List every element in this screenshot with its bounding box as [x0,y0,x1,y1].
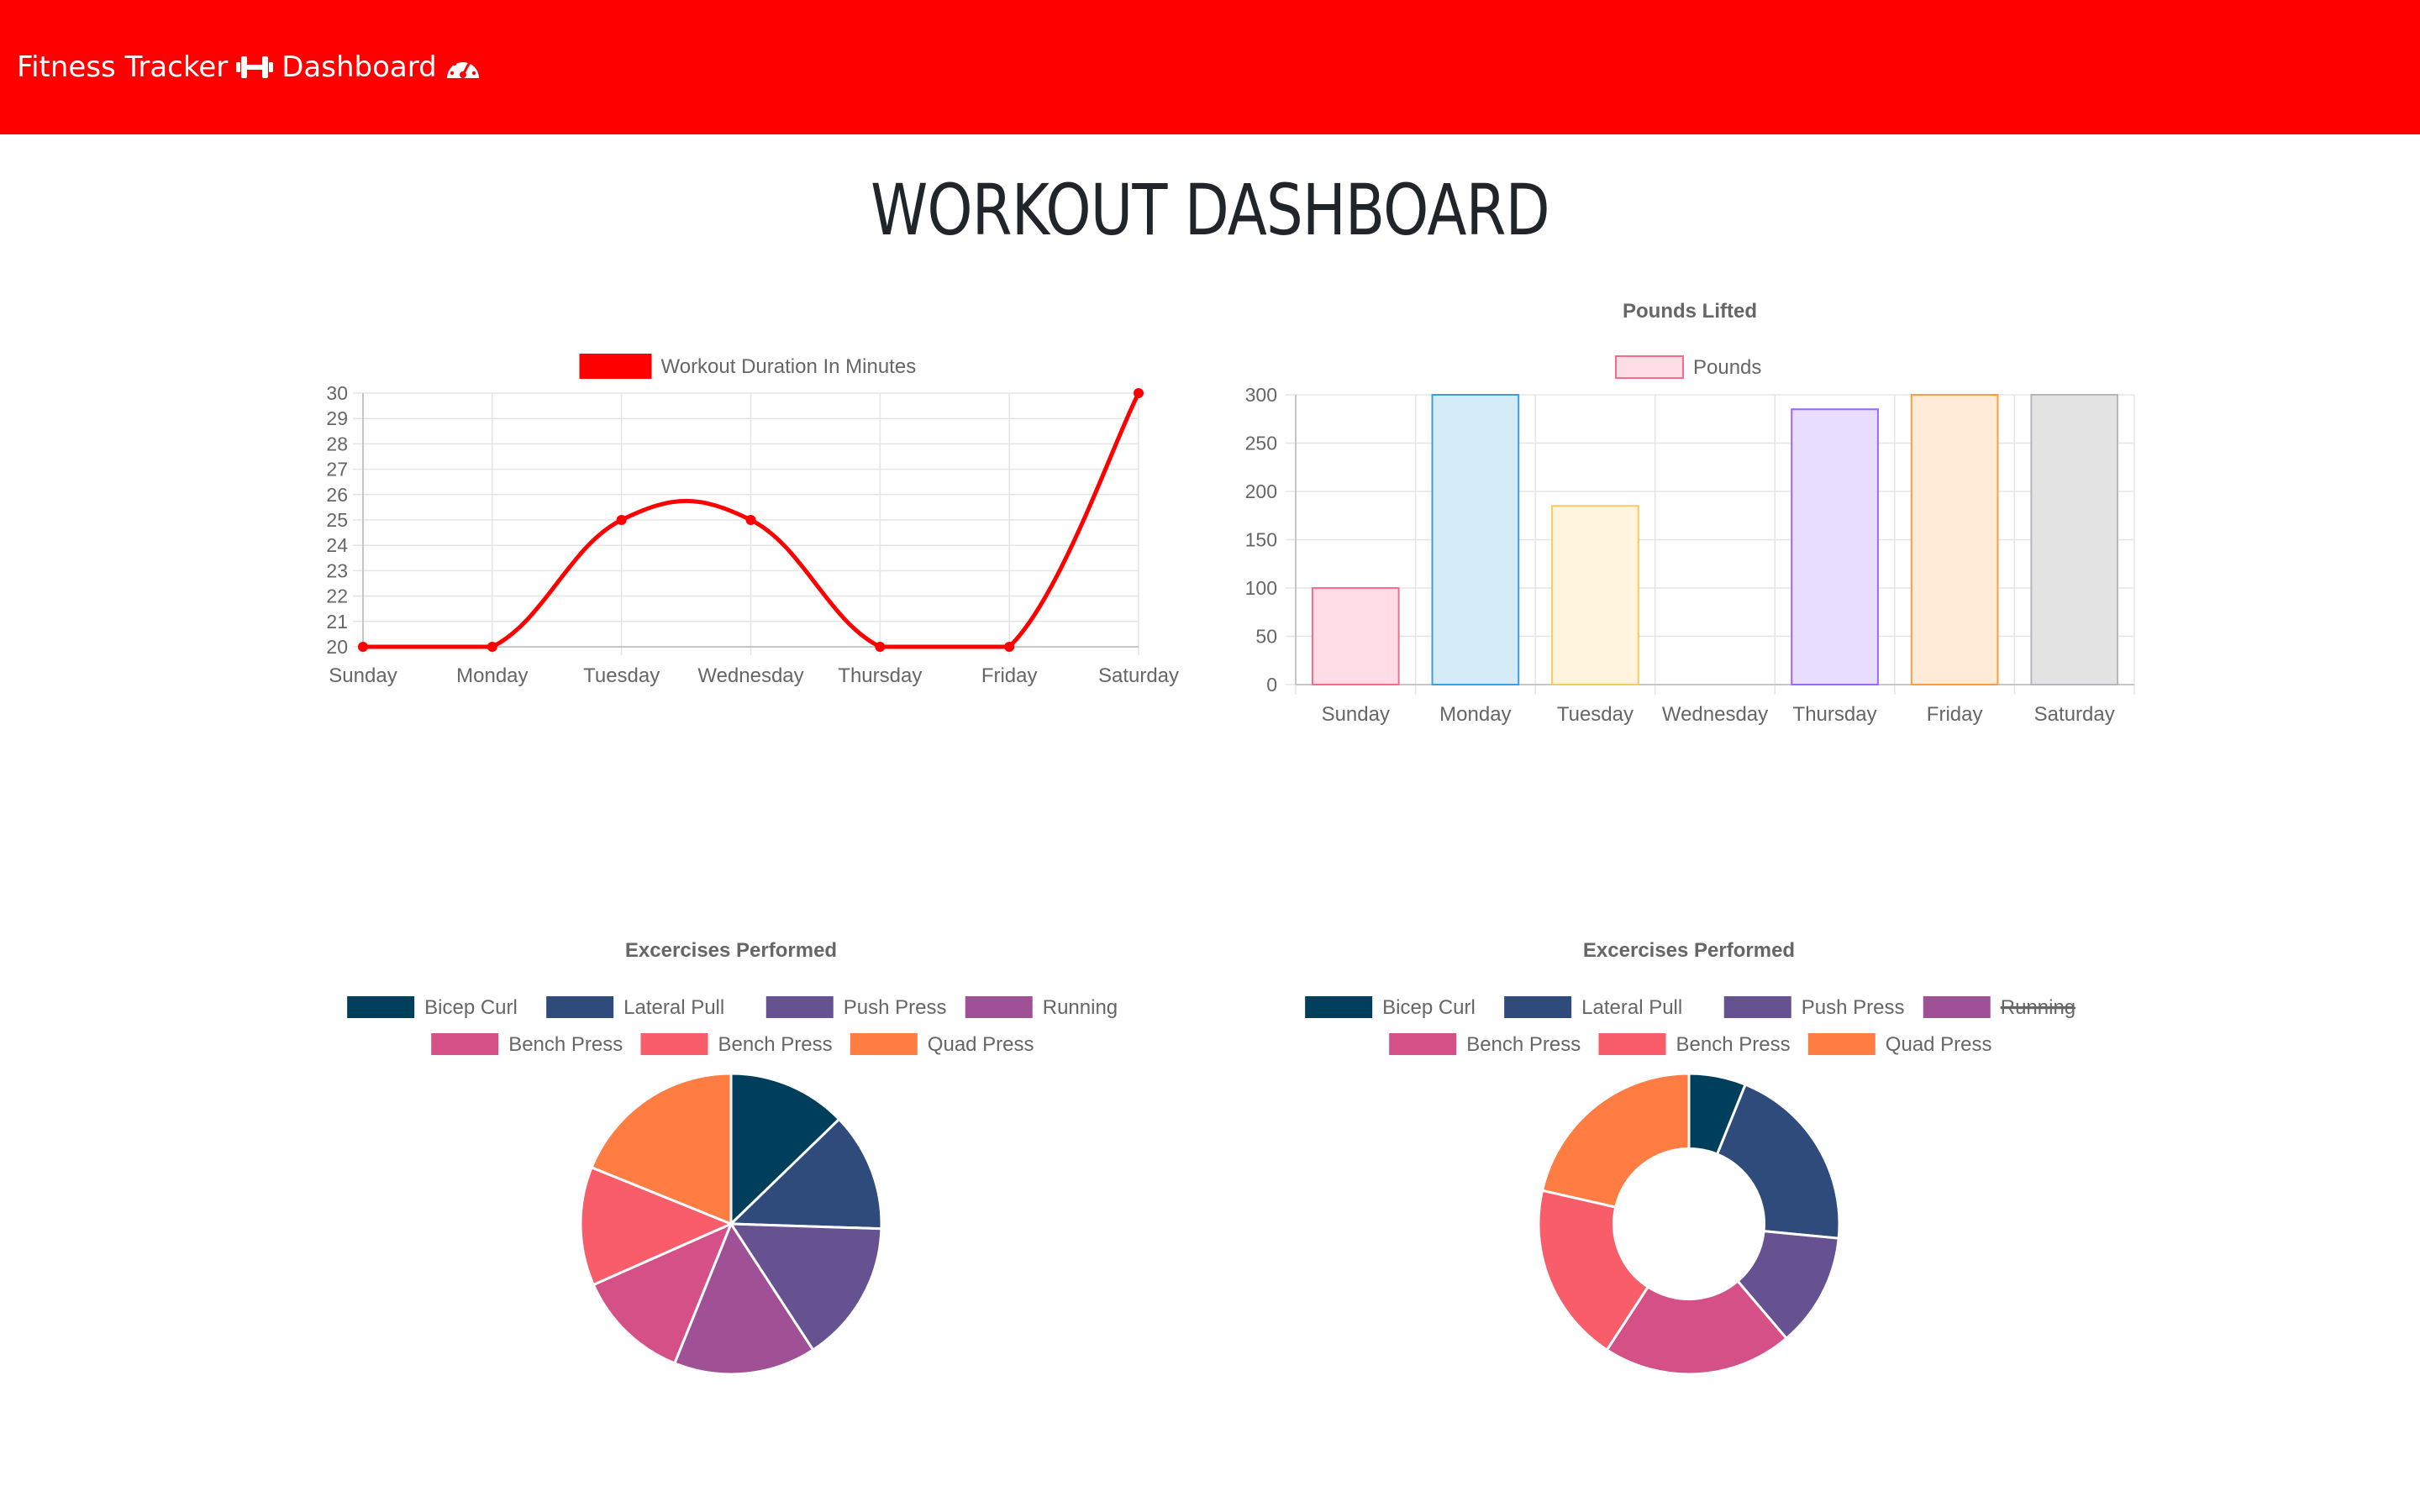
bar-friday [1910,394,1999,685]
legend-label-push-press-2: Push Press [844,996,947,1019]
dashboard-text: Dashboard [281,50,437,84]
data-point-sunday [358,642,368,652]
legend-swatch-lateral-pull-1 [1504,996,1572,1018]
chart-title: Excercises Performed [1583,939,1795,962]
legend-label-bench-press-4: Bench Press [508,1033,623,1056]
navbar-brand[interactable]: Fitness Tracker Dashboard [17,47,481,87]
legend-label-bench-press-4: Bench Press [1466,1033,1581,1056]
legend-label-bench-press-5: Bench Press [1676,1033,1791,1056]
legend-swatch-quad-press-6 [850,1033,918,1055]
x-tick-label-tuesday: Tuesday [583,664,660,687]
exercises-pie-chart: Excercises Performed Bicep Curl Lateral Pu… [347,939,1118,1376]
y-tick-label: 25 [326,509,348,531]
y-tick-label: 29 [326,407,348,429]
data-point-friday [1004,642,1015,652]
y-tick-label: 50 [1255,626,1277,648]
bar-tuesday [1551,505,1639,685]
legend-swatch-running-3 [965,996,1033,1018]
slice-lateral-pull-1 [1715,1083,1841,1240]
legend-label-lateral-pull-1: Lateral Pull [623,996,724,1019]
y-tick-label: 21 [326,611,348,633]
legend-label-pounds: Pounds [1693,356,1761,379]
data-point-saturday [1134,388,1144,398]
bar-saturday [2030,394,2119,685]
legend-swatch-push-press-2 [1723,996,1791,1018]
navbar: Fitness Tracker Dashboard [0,0,2420,134]
x-tick-label-wednesday: Wednesday [1662,703,1768,726]
y-tick-label: 100 [1245,577,1277,599]
legend-swatch-lateral-pull-1 [546,996,614,1018]
legend-swatch-bench-press-4 [1389,1033,1457,1055]
workout-duration-line-chart: Workout Duration In Minutes 20 21 22 23 24 25 2… [326,354,1179,687]
y-tick-label: 27 [326,459,348,480]
legend-label-bench-press-5: Bench Press [718,1033,833,1056]
slice-quad-press-6 [1540,1072,1691,1209]
bar-monday [1431,394,1520,685]
legend-label-running-3: Running [1043,996,1118,1019]
data-point-wednesday [745,515,756,525]
bar-thursday [1791,408,1879,685]
dumbbell-icon [236,53,274,81]
y-tick-label: 24 [326,534,348,556]
legend-swatch-bench-press-4 [431,1033,499,1055]
exercises-doughnut-chart: Excercises Performed Bicep Curl Lateral Pu… [1305,939,2075,1376]
y-tick-label: 28 [326,433,348,454]
legend-swatch-workout-duration-in-minutes [579,354,652,379]
legend-label-push-press-2: Push Press [1802,996,1905,1019]
y-tick-label: 150 [1245,529,1277,551]
y-tick-label: 250 [1245,433,1277,454]
pounds-lifted-bar-chart: Pounds Lifted Pounds 0 50 100 150 200 250 300 Sun… [1245,300,2135,726]
chart-title: Excercises Performed [625,939,837,962]
y-tick-label: 0 [1266,674,1277,696]
data-point-tuesday [616,515,627,525]
data-point-thursday [875,642,886,652]
tachometer-icon [445,53,481,81]
x-tick-label-saturday: Saturday [2034,703,2115,726]
legend-label-quad-press-6: Quad Press [1886,1033,1992,1056]
x-tick-label-sunday: Sunday [329,664,397,687]
x-tick-label-sunday: Sunday [1322,703,1390,726]
legend-swatch-running-3 [1923,996,1991,1018]
legend-label-bicep-curl-0: Bicep Curl [1382,996,1476,1019]
y-tick-label: 300 [1245,384,1277,406]
legend-swatch-push-press-2 [765,996,834,1018]
legend-label-workout-duration-in-minutes: Workout Duration In Minutes [661,355,917,378]
x-tick-label-friday: Friday [1927,703,1983,726]
brand-text: Fitness Tracker [17,50,229,84]
y-tick-label: 23 [326,559,348,581]
x-tick-label-monday: Monday [1439,703,1511,726]
chart-title: Pounds Lifted [1623,300,1757,323]
y-tick-label: 20 [326,636,348,658]
y-tick-label: 30 [326,382,348,404]
bar-sunday [1311,587,1400,685]
legend-label-lateral-pull-1: Lateral Pull [1581,996,1682,1019]
legend-swatch-bench-press-5 [640,1033,708,1055]
x-tick-label-friday: Friday [981,664,1038,687]
legend-label-bicep-curl-0: Bicep Curl [424,996,518,1019]
y-tick-label: 200 [1245,480,1277,502]
x-tick-label-monday: Monday [456,664,528,687]
legend-swatch-bench-press-5 [1598,1033,1666,1055]
legend-swatch-quad-press-6 [1807,1033,1876,1055]
page-title: WORKOUT DASHBOARD [871,169,1550,251]
x-tick-label-thursday: Thursday [838,664,922,687]
x-tick-label-wednesday: Wednesday [697,664,803,687]
legend-swatch-pounds [1615,355,1684,379]
data-point-monday [487,642,497,652]
legend-swatch-bicep-curl-0 [347,996,415,1018]
legend-swatch-bicep-curl-0 [1305,996,1373,1018]
x-tick-label-saturday: Saturday [1098,664,1179,687]
x-tick-label-tuesday: Tuesday [1557,703,1634,726]
x-tick-label-thursday: Thursday [1793,703,1877,726]
legend-label-quad-press-6: Quad Press [928,1033,1034,1056]
y-tick-label: 22 [326,585,348,607]
y-tick-label: 26 [326,484,348,506]
